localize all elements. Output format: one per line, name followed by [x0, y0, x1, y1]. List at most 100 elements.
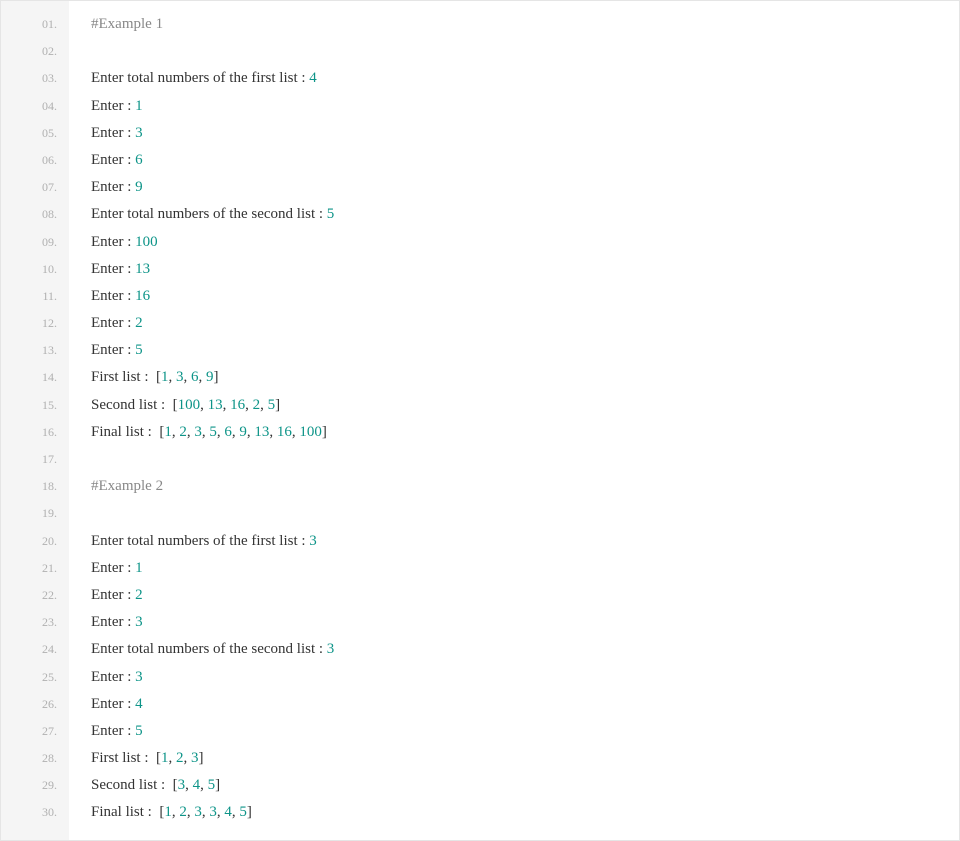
code-line: Enter total numbers of the second list :…: [91, 201, 959, 228]
number-token: 9: [135, 179, 143, 195]
text-token: ,: [184, 369, 192, 385]
code-line: Enter : 1: [91, 555, 959, 582]
number-token: 16: [135, 288, 150, 304]
text-token: Enter :: [91, 98, 135, 114]
text-token: ,: [200, 777, 208, 793]
number-token: 2: [179, 424, 187, 440]
text-token: Enter :: [91, 342, 135, 358]
line-number: 06.: [1, 147, 69, 174]
text-token: Enter :: [91, 288, 135, 304]
number-token: 3: [135, 614, 143, 630]
code-line: Enter : 16: [91, 283, 959, 310]
text-token: Enter total numbers of the second list :: [91, 206, 327, 222]
text-token: Enter total numbers of the second list :: [91, 641, 327, 657]
code-line: Enter : 100: [91, 229, 959, 256]
line-number: 03.: [1, 65, 69, 92]
text-token: First list : [: [91, 750, 161, 766]
code-content: #Example 1 Enter total numbers of the fi…: [69, 1, 959, 840]
number-token: 3: [194, 424, 202, 440]
code-line: Enter total numbers of the first list : …: [91, 65, 959, 92]
text-token: Enter :: [91, 614, 135, 630]
code-line: Second list : [3, 4, 5]: [91, 772, 959, 799]
number-token: 5: [135, 342, 143, 358]
code-line: Enter : 5: [91, 337, 959, 364]
line-number: 30.: [1, 799, 69, 826]
number-token: 1: [135, 560, 143, 576]
number-token: 3: [209, 804, 217, 820]
text-token: Enter total numbers of the first list :: [91, 70, 309, 86]
text-token: ,: [260, 397, 268, 413]
code-line: #Example 2: [91, 473, 959, 500]
number-token: 1: [135, 98, 143, 114]
text-token: First list : [: [91, 369, 161, 385]
line-number: 11.: [1, 283, 69, 310]
line-number: 08.: [1, 201, 69, 228]
number-token: 3: [194, 804, 202, 820]
text-token: ]: [199, 750, 204, 766]
line-number: 24.: [1, 636, 69, 663]
text-token: ,: [200, 397, 208, 413]
text-token: ,: [269, 424, 277, 440]
number-token: 6: [135, 152, 143, 168]
line-number: 04.: [1, 93, 69, 120]
line-number: 01.: [1, 11, 69, 38]
code-line: Enter total numbers of the second list :…: [91, 636, 959, 663]
code-line: [91, 38, 959, 65]
number-token: 13: [208, 397, 223, 413]
code-line: #Example 1: [91, 11, 959, 38]
number-token: 5: [327, 206, 335, 222]
text-token: ]: [322, 424, 327, 440]
code-line: Enter : 9: [91, 174, 959, 201]
number-token: 1: [161, 750, 169, 766]
number-token: 3: [309, 533, 317, 549]
text-token: ,: [185, 777, 193, 793]
number-token: 3: [327, 641, 335, 657]
number-token: 6: [191, 369, 199, 385]
number-token: 5: [135, 723, 143, 739]
line-number: 05.: [1, 120, 69, 147]
number-token: 5: [209, 424, 217, 440]
code-block: 01.02.03.04.05.06.07.08.09.10.11.12.13.1…: [0, 0, 960, 841]
text-token: Enter :: [91, 179, 135, 195]
line-number: 09.: [1, 229, 69, 256]
text-token: ,: [184, 750, 192, 766]
text-token: ,: [169, 750, 177, 766]
number-token: 13: [254, 424, 269, 440]
code-line: Enter : 1: [91, 93, 959, 120]
code-line: Enter : 2: [91, 310, 959, 337]
text-token: Enter :: [91, 261, 135, 277]
number-token: 4: [309, 70, 317, 86]
text-token: Second list : [: [91, 397, 178, 413]
text-token: ,: [199, 369, 207, 385]
line-number: 23.: [1, 609, 69, 636]
code-line: First list : [1, 2, 3]: [91, 745, 959, 772]
number-token: 3: [191, 750, 199, 766]
line-number: 16.: [1, 419, 69, 446]
text-token: Enter :: [91, 560, 135, 576]
text-token: ,: [169, 369, 177, 385]
line-number: 07.: [1, 174, 69, 201]
line-number: 10.: [1, 256, 69, 283]
number-token: 6: [224, 424, 232, 440]
comment-token: #Example 2: [91, 478, 163, 494]
number-token: 2: [179, 804, 187, 820]
code-line: Enter : 3: [91, 120, 959, 147]
number-token: 100: [299, 424, 322, 440]
line-number: 17.: [1, 446, 69, 473]
line-number: 25.: [1, 664, 69, 691]
number-token: 3: [176, 369, 184, 385]
number-token: 1: [161, 369, 169, 385]
code-line: Enter : 3: [91, 664, 959, 691]
code-line: First list : [1, 3, 6, 9]: [91, 364, 959, 391]
code-line: [91, 500, 959, 527]
line-number-gutter: 01.02.03.04.05.06.07.08.09.10.11.12.13.1…: [1, 1, 69, 840]
number-token: 100: [178, 397, 201, 413]
line-number: 26.: [1, 691, 69, 718]
comment-token: #Example 1: [91, 16, 163, 32]
number-token: 1: [164, 804, 172, 820]
line-number: 21.: [1, 555, 69, 582]
line-number: 28.: [1, 745, 69, 772]
number-token: 5: [239, 804, 247, 820]
line-number: 02.: [1, 38, 69, 65]
code-line: Enter : 13: [91, 256, 959, 283]
